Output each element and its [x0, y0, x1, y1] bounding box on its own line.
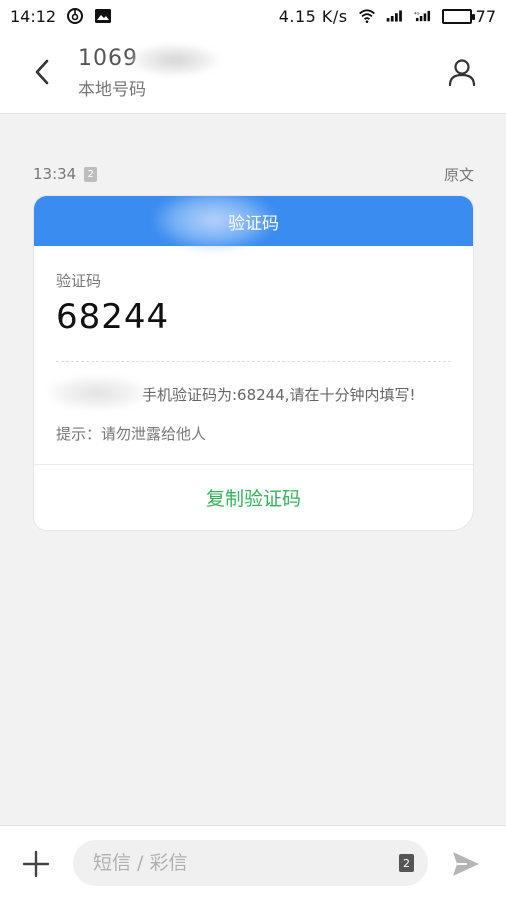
svg-text:4G: 4G — [414, 11, 419, 16]
card-actions: 复制验证码 — [34, 464, 473, 530]
status-bar-right: 4.15 K/s 4G 77 — [279, 7, 496, 26]
tip-text: 提示：请勿泄露给他人 — [56, 425, 207, 443]
battery-cap — [471, 13, 475, 20]
plus-icon — [22, 850, 50, 878]
sim-switch-icon[interactable]: 2 — [399, 854, 414, 872]
battery-shell — [441, 8, 475, 24]
sender-subtitle: 本地号码 — [78, 80, 146, 100]
person-icon — [448, 59, 476, 87]
send-icon — [453, 852, 479, 876]
battery-level: 77 — [475, 6, 496, 26]
wifi-icon — [358, 7, 376, 25]
sender-info: 1069 本地号码 — [78, 44, 220, 100]
message-time: 13:34 — [33, 165, 77, 183]
card-body: 验证码 68244 手机验证码为:68244,请在十分钟内填写! 提示：请勿泄露… — [34, 246, 473, 444]
code-label: 验证码 — [56, 272, 102, 290]
message-input-wrapper: 2 — [73, 840, 428, 886]
battery-icon: 77 — [441, 6, 496, 26]
sim-card-icon: 2 — [84, 166, 98, 182]
dashed-divider — [56, 361, 451, 362]
message-text: 手机验证码为:68244,请在十分钟内填写! — [48, 376, 451, 410]
status-time: 14:12 — [10, 6, 57, 26]
message-input[interactable] — [93, 852, 399, 874]
status-bar-left: 14:12 — [10, 7, 112, 26]
message-meta-left: 13:34 2 — [33, 165, 98, 183]
copy-code-button[interactable]: 复制验证码 — [206, 484, 301, 511]
message-meta: 13:34 2 原文 — [33, 163, 474, 185]
sender-number-text: 1069 — [78, 46, 138, 71]
privacy-blur — [130, 44, 220, 76]
original-text-link[interactable]: 原文 — [444, 164, 474, 185]
sender-number: 1069 — [78, 44, 220, 76]
verification-code-card: 验证码 验证码 68244 手机验证码为:68244,请在十分钟内填写! 提示：… — [33, 195, 474, 531]
conversation-header: 1069 本地号码 — [0, 32, 506, 114]
gallery-notification-icon — [94, 7, 112, 25]
network-speed: 4.15 K/s — [278, 6, 348, 26]
add-attachment-button[interactable] — [20, 848, 52, 880]
signal-icon — [386, 7, 404, 25]
card-header-title: 验证码 — [228, 213, 279, 234]
privacy-blur — [48, 376, 146, 410]
back-button[interactable] — [24, 54, 60, 90]
4g-signal-icon: 4G — [414, 7, 432, 25]
verification-code[interactable]: 68244 — [56, 297, 451, 337]
card-header: 验证码 — [34, 196, 473, 250]
status-bar: 14:12 4.15 K/s 4G 77 — [0, 0, 506, 32]
chevron-left-icon — [35, 59, 49, 85]
netease-music-icon — [66, 7, 84, 25]
send-button[interactable] — [448, 846, 484, 882]
contact-button[interactable] — [444, 54, 480, 90]
compose-bar: 2 — [0, 825, 506, 900]
